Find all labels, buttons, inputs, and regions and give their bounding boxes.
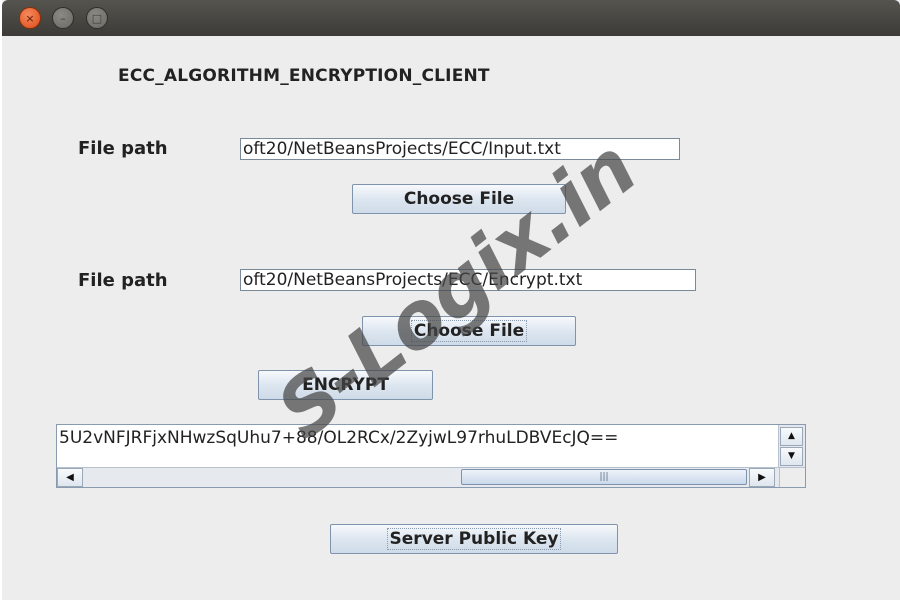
vertical-scrollbar[interactable]: ▲ ▼ [778,425,805,467]
encrypt-button[interactable]: ENCRYPT [258,370,433,400]
scroll-up-icon[interactable]: ▲ [780,427,803,446]
output-file-path-label: File path [78,270,168,291]
input-file-path-label: File path [78,138,168,159]
horizontal-scrollbar[interactable]: ◀ ||| ▶ [57,467,781,487]
app-title: ECC_ALGORITHM_ENCRYPTION_CLIENT [118,66,490,86]
encrypted-output-area[interactable]: 5U2vNFJRFjxNHwzSqUhu7+88/OL2RCx/2ZyjwL97… [56,424,806,488]
choose-output-file-button[interactable]: Choose File [362,316,576,346]
scrollbar-corner [779,467,805,487]
scroll-right-icon[interactable]: ▶ [749,468,775,487]
output-file-path-field[interactable]: oft20/NetBeansProjects/ECC/Encrypt.txt [240,269,696,291]
close-icon[interactable]: × [19,7,41,29]
title-bar: × – □ [2,0,900,36]
horizontal-scroll-thumb[interactable]: ||| [461,469,747,485]
input-file-path-field[interactable]: oft20/NetBeansProjects/ECC/Input.txt [240,138,680,160]
scroll-down-icon[interactable]: ▼ [780,447,803,466]
encrypted-output-text: 5U2vNFJRFjxNHwzSqUhu7+88/OL2RCx/2ZyjwL97… [59,428,619,448]
minimize-icon[interactable]: – [52,7,74,29]
choose-input-file-button[interactable]: Choose File [352,184,566,214]
server-public-key-button[interactable]: Server Public Key [330,524,618,554]
app-window: × – □ ECC_ALGORITHM_ENCRYPTION_CLIENT Fi… [2,0,900,600]
maximize-icon[interactable]: □ [86,7,108,29]
scroll-left-icon[interactable]: ◀ [57,468,83,487]
